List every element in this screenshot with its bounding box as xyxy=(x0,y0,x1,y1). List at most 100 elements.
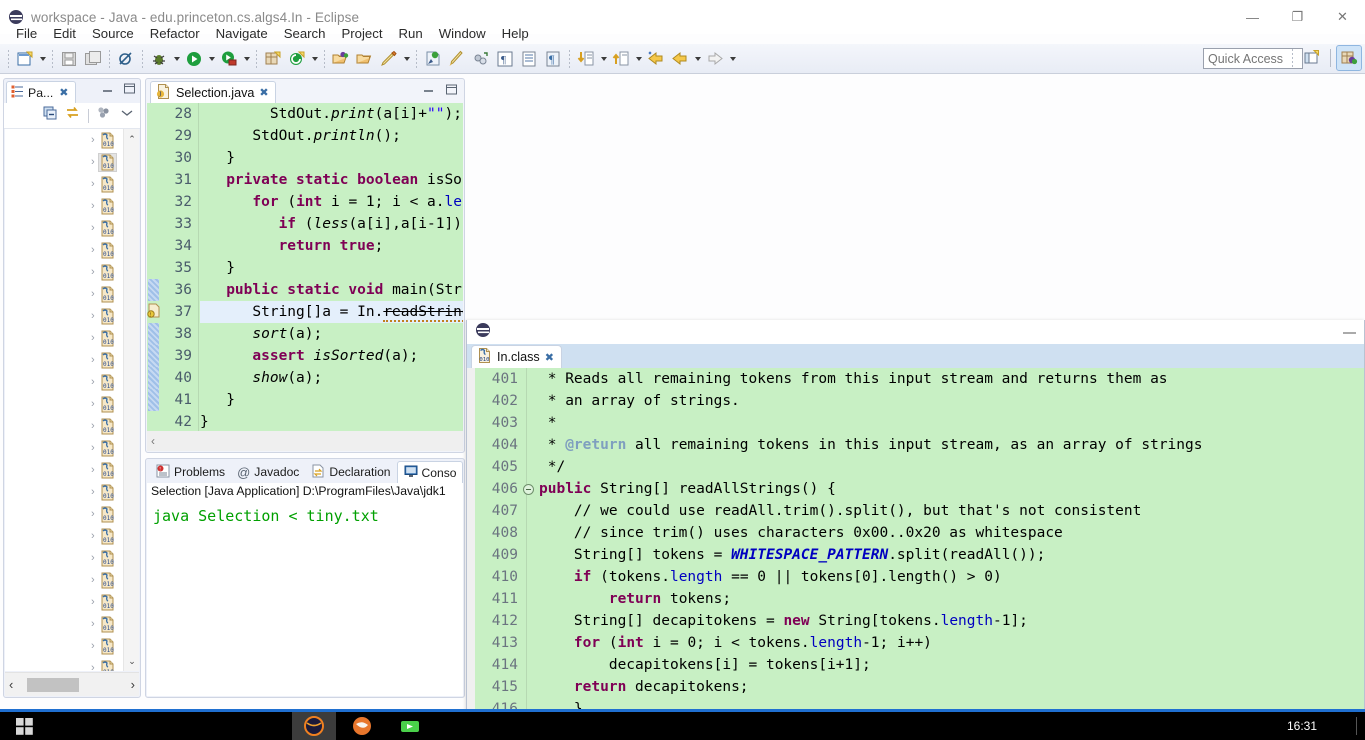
open-type-icon[interactable] xyxy=(330,48,352,70)
last-edit-location-icon[interactable] xyxy=(645,48,667,70)
collapse-all-icon[interactable] xyxy=(42,105,58,126)
tab-in-class[interactable]: 010 In.class ✖ xyxy=(471,345,562,368)
tab-declaration[interactable]: Declaration xyxy=(305,461,396,483)
list-item[interactable]: ›010 xyxy=(5,349,139,371)
menu-file[interactable]: File xyxy=(8,24,45,43)
minimize-view-icon[interactable] xyxy=(101,84,114,97)
console-output-area[interactable]: java Selection < tiny.txt xyxy=(147,503,463,696)
run-dropdown-icon[interactable] xyxy=(206,48,217,70)
menu-refactor[interactable]: Refactor xyxy=(142,24,208,43)
scrollbar-thumb[interactable] xyxy=(27,677,79,692)
external-tools-dropdown-icon[interactable] xyxy=(241,48,252,70)
in-class-marker-bar[interactable] xyxy=(467,368,475,719)
list-item[interactable]: ›010 xyxy=(5,613,139,635)
list-item[interactable]: ›010 xyxy=(5,393,139,415)
package-explorer-tree[interactable]: › 010 › 010 › 010 › 010 › 010 › 010 › 010 › 010 … xyxy=(5,129,139,671)
tree-vertical-scrollbar[interactable]: ⌃ ⌄ xyxy=(123,129,139,671)
save-all-icon[interactable] xyxy=(82,48,104,70)
open-task-icon[interactable] xyxy=(354,48,376,70)
document-icon[interactable] xyxy=(518,48,540,70)
forward-icon[interactable] xyxy=(704,48,726,70)
tab-selection-java[interactable]: J Selection.java ✖ xyxy=(150,81,276,103)
list-item[interactable]: ›010 xyxy=(5,459,139,481)
menu-run[interactable]: Run xyxy=(391,24,431,43)
maximize-view-icon[interactable] xyxy=(123,83,136,97)
firefox-app-icon[interactable] xyxy=(340,712,384,740)
open-perspective-icon[interactable] xyxy=(1300,46,1324,70)
menu-source[interactable]: Source xyxy=(84,24,142,43)
list-item[interactable]: ›010 xyxy=(5,525,139,547)
close-icon[interactable]: ✖ xyxy=(545,351,554,364)
save-icon[interactable] xyxy=(58,48,80,70)
editor-horizontal-scrollbar[interactable]: ‹ xyxy=(147,431,463,451)
new-wizard-dropdown-icon[interactable] xyxy=(37,48,48,70)
view-dropdown-icon[interactable] xyxy=(120,106,134,125)
forward-dropdown-icon[interactable] xyxy=(727,48,738,70)
list-item[interactable]: ›010 xyxy=(5,635,139,657)
close-icon[interactable]: ✖ xyxy=(259,86,268,99)
taskbar-clock[interactable]: 16:31 xyxy=(1287,712,1317,740)
list-item[interactable]: ›010 xyxy=(5,305,139,327)
link-with-editor-icon[interactable] xyxy=(65,105,81,126)
debug-dropdown-icon[interactable] xyxy=(171,48,182,70)
run-icon[interactable] xyxy=(183,48,205,70)
list-item[interactable]: ›010 xyxy=(5,503,139,525)
menu-navigate[interactable]: Navigate xyxy=(208,24,276,43)
list-item[interactable]: ›010 xyxy=(5,261,139,283)
next-annotation-dropdown-icon[interactable] xyxy=(598,48,609,70)
list-item[interactable]: ›010 xyxy=(5,173,139,195)
list-item[interactable]: ›010 xyxy=(5,437,139,459)
list-item[interactable]: ›010 xyxy=(5,129,139,151)
menu-window[interactable]: Window xyxy=(431,24,494,43)
windows-start-icon[interactable] xyxy=(0,712,48,740)
scroll-left-icon[interactable]: ‹ xyxy=(151,434,155,448)
list-item[interactable]: ›010 xyxy=(5,327,139,349)
java-code-area[interactable]: ! 28 29 30 31 32 33 34 35 36 37 38 39 40… xyxy=(147,103,463,451)
list-item[interactable]: ›010 xyxy=(5,217,139,239)
new-class-dropdown-icon[interactable] xyxy=(309,48,320,70)
pilcrow-blue-icon[interactable]: ¶ xyxy=(542,48,564,70)
tab-package-explorer[interactable]: Pa... ✖ xyxy=(6,81,76,103)
editor-text[interactable]: StdOut.print(a[i]+""); StdOut.println();… xyxy=(200,103,463,451)
run-external-tools-icon[interactable] xyxy=(218,48,240,70)
tab-console[interactable]: Conso xyxy=(396,461,464,483)
menu-search[interactable]: Search xyxy=(276,24,334,43)
tree-horizontal-scrollbar[interactable]: ‹ › xyxy=(5,672,139,696)
list-item[interactable]: ›010 xyxy=(5,371,139,393)
close-icon[interactable]: ✖ xyxy=(59,86,68,99)
scroll-down-icon[interactable]: ⌄ xyxy=(124,653,140,669)
previous-annotation-icon[interactable] xyxy=(610,48,632,70)
java-perspective-icon[interactable] xyxy=(1336,45,1362,71)
view-menu-icon[interactable] xyxy=(96,105,113,126)
menu-help[interactable]: Help xyxy=(494,24,537,43)
back-dropdown-icon[interactable] xyxy=(692,48,703,70)
list-item[interactable]: ›010 xyxy=(5,657,139,671)
list-item[interactable]: ›010 xyxy=(5,415,139,437)
list-item[interactable]: ›010 xyxy=(5,547,139,569)
editor-marker-bar[interactable]: ! xyxy=(147,103,161,451)
tab-problems[interactable]: ! Problems xyxy=(150,461,231,483)
search-icon[interactable] xyxy=(378,48,400,70)
list-item[interactable]: ›010 xyxy=(5,283,139,305)
menu-project[interactable]: Project xyxy=(333,24,390,43)
pilcrow-icon[interactable]: ¶ xyxy=(494,48,516,70)
warning-marker-icon[interactable]: ! xyxy=(147,303,162,319)
list-item[interactable]: ›010 xyxy=(5,481,139,503)
next-annotation-icon[interactable] xyxy=(575,48,597,70)
scroll-left-icon[interactable]: ‹ xyxy=(9,677,13,692)
scroll-right-icon[interactable]: › xyxy=(131,677,135,692)
debug-icon[interactable] xyxy=(148,48,170,70)
menu-edit[interactable]: Edit xyxy=(45,24,84,43)
list-item[interactable]: ›010 xyxy=(5,151,139,173)
list-item[interactable]: ›010 xyxy=(5,239,139,261)
previous-annotation-dropdown-icon[interactable] xyxy=(633,48,644,70)
annotation-icon[interactable] xyxy=(422,48,444,70)
green-app-icon[interactable] xyxy=(388,712,432,740)
new-wizard-icon[interactable] xyxy=(14,48,36,70)
search-dropdown-icon[interactable] xyxy=(401,48,412,70)
in-class-code-area[interactable]: 401 402 403 404 405 406 407 408 409 410 … xyxy=(467,368,1364,719)
browser-app-icon[interactable] xyxy=(292,712,336,740)
new-java-class-icon[interactable] xyxy=(286,48,308,70)
show-whitespace-icon[interactable] xyxy=(470,48,492,70)
back-icon[interactable] xyxy=(669,48,691,70)
